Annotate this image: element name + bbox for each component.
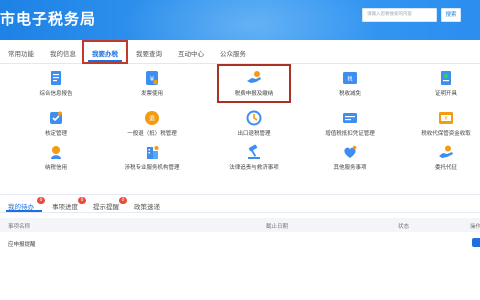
tax-reduction-icon: 税 [343, 72, 357, 84]
site-title: 市电子税务局 [0, 10, 97, 28]
service-legal[interactable]: 法律追责与救济事项 [206, 144, 302, 171]
verification-icon [50, 111, 62, 124]
service-invoice[interactable]: ¥ 发票使用 [104, 70, 200, 97]
other-services-icon [344, 145, 357, 158]
reminder-count-badge: 0 [119, 197, 127, 204]
tax-declaration-highlight-box [217, 64, 291, 103]
search-input[interactable]: 请输入您要搜索的内容 [362, 8, 437, 22]
agency-icon [147, 146, 159, 159]
svg-text:退: 退 [149, 115, 155, 123]
service-label: 其他服务事项 [333, 165, 367, 171]
column-header-action: 操作 [470, 224, 480, 230]
entrusted-collection-icon [439, 145, 453, 158]
svg-text:税: 税 [347, 76, 352, 83]
service-label: 一般退（抵）税管理 [127, 131, 177, 137]
tab-public-services[interactable]: 公众服务 [220, 48, 246, 58]
todo-count-badge: 0 [37, 197, 45, 204]
main-tab-bar: 常用功能 我的信息 我要办税 我要查询 互动中心 公众服务 [0, 40, 480, 64]
export-refund-icon [246, 110, 262, 126]
service-label: 委托代征 [434, 165, 457, 171]
row-action-button[interactable] [472, 238, 480, 247]
tax-credit-icon [51, 146, 61, 159]
service-tax-reduction[interactable]: 税 税收减免 [302, 70, 398, 97]
progress-count-badge: 0 [78, 197, 86, 204]
service-label: 法律追责与救济事项 [229, 165, 279, 171]
service-label: 涉税专业服务机构管理 [124, 165, 180, 171]
service-agency[interactable]: 涉税专业服务机构管理 [104, 144, 200, 171]
service-label: 税收代保管资金收取 [421, 131, 471, 137]
service-info-report[interactable]: 综合信息报告 [8, 70, 104, 97]
tab-query[interactable]: 我要查询 [136, 48, 162, 58]
service-entrusted-collection[interactable]: 委托代征 [398, 144, 480, 171]
service-label: 核定管理 [44, 131, 67, 137]
service-label: 证明开具 [434, 91, 457, 97]
legal-icon [248, 144, 260, 159]
service-label: 发票使用 [140, 91, 163, 97]
header-bar: 市电子税务局 请输入您要搜索的内容 搜索 [0, 0, 480, 40]
active-tab-highlight-box [82, 40, 128, 64]
service-certificate[interactable]: 证明开具 [398, 70, 480, 97]
header-glow [120, 0, 380, 40]
info-report-icon [51, 71, 61, 85]
panel-tab-policy[interactable]: 政策速递 [134, 201, 160, 211]
panel-divider [0, 212, 480, 213]
service-label: 税收减免 [338, 91, 361, 97]
column-header-deadline: 截止日期 [266, 224, 289, 230]
service-verification[interactable]: 核定管理 [8, 110, 104, 137]
search-button[interactable]: 搜索 [441, 8, 461, 22]
panel-tab-reminders[interactable]: 提示提醒 [93, 201, 119, 211]
service-other[interactable]: 其他服务事项 [302, 144, 398, 171]
certificate-icon [441, 71, 451, 85]
svg-text:¥: ¥ [444, 116, 447, 122]
vat-deduction-icon [343, 113, 357, 123]
service-label: 增值税抵扣凭证管理 [325, 131, 375, 137]
panel-tab-progress[interactable]: 事项进度 [52, 201, 78, 211]
table-row-name[interactable]: 应申报提醒 [8, 240, 36, 248]
service-export-refund[interactable]: 出口退税管理 [206, 110, 302, 137]
service-tax-credit[interactable]: 纳税信用 [8, 144, 104, 171]
invoice-icon: ¥ [146, 71, 158, 85]
column-header-name: 事项名称 [8, 224, 31, 230]
service-label: 纳税信用 [44, 165, 67, 171]
service-tax-refund[interactable]: 退 一般退（抵）税管理 [104, 110, 200, 137]
tab-common-functions[interactable]: 常用功能 [8, 48, 34, 58]
tab-interaction-center[interactable]: 互动中心 [178, 48, 204, 58]
tab-my-info[interactable]: 我的信息 [50, 48, 76, 58]
custody-funds-icon: ¥ [439, 112, 453, 124]
column-header-status: 状态 [398, 224, 410, 230]
service-custody-funds[interactable]: ¥ 税收代保管资金收取 [398, 110, 480, 137]
tax-refund-icon: 退 [145, 111, 159, 125]
service-label: 出口退税管理 [237, 131, 271, 137]
service-vat-deduction[interactable]: 增值税抵扣凭证管理 [302, 110, 398, 137]
service-label: 综合信息报告 [39, 91, 73, 97]
